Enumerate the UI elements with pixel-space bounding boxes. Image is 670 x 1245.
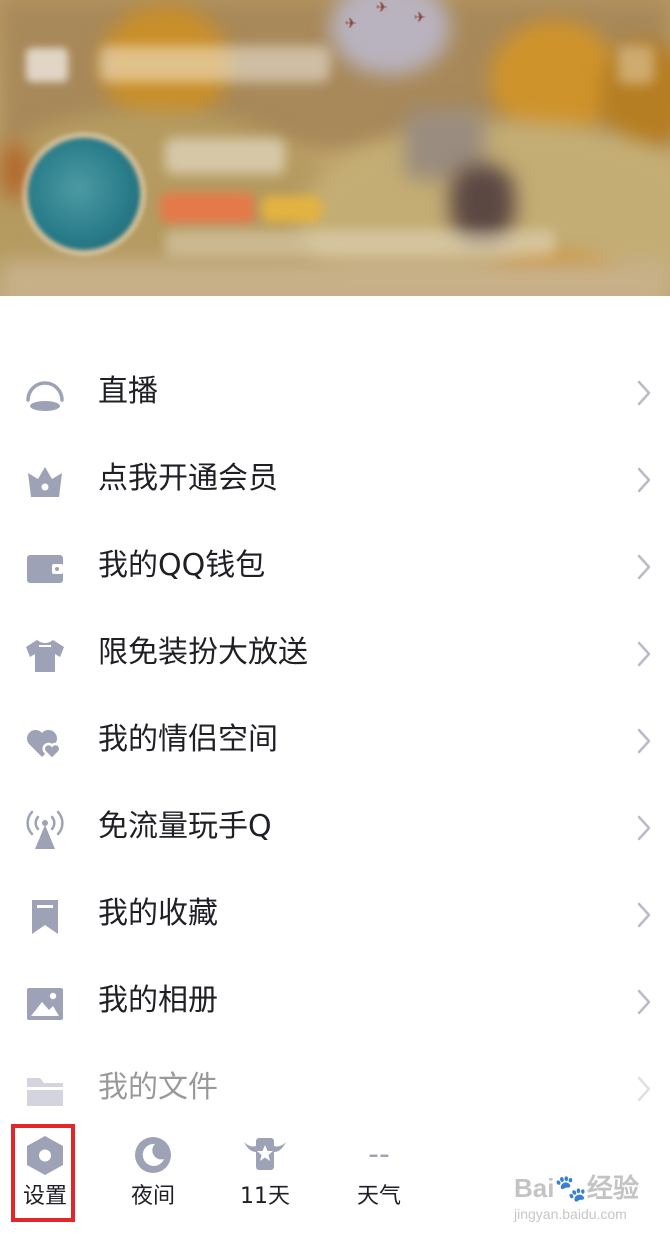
menu-item-label: 我的情侣空间 [98, 722, 278, 757]
weather-button[interactable]: -- 天气 [334, 1118, 424, 1228]
folder-icon [27, 1078, 63, 1106]
chevron-right-icon [637, 467, 651, 493]
menu-item-couple-space[interactable]: 我的情侣空间 [0, 698, 670, 785]
avatar[interactable] [28, 138, 140, 250]
chevron-right-icon [637, 989, 651, 1015]
moon-icon [135, 1137, 171, 1173]
menu-item-label: 我的相册 [98, 983, 218, 1018]
menu-item-label: 点我开通会员 [98, 461, 278, 496]
night-label: 夜间 [130, 1184, 175, 1209]
watermark-text-b: 经验 [586, 1173, 639, 1203]
photo-album-icon [27, 988, 63, 1020]
qr-code-button[interactable] [26, 48, 68, 82]
blurred-signature[interactable] [165, 230, 555, 256]
menu-item-label: 我的文件 [98, 1070, 218, 1105]
header-decoration [0, 260, 670, 296]
signal-tower-icon [26, 810, 64, 849]
menu-item-album[interactable]: 我的相册 [0, 959, 670, 1046]
chevron-right-icon [637, 728, 651, 754]
tshirt-icon [26, 640, 64, 672]
chevron-right-icon [637, 380, 651, 406]
wallet-icon [27, 555, 63, 583]
menu-item-label: 限免装扮大放送 [98, 635, 308, 670]
header-decoration [450, 165, 515, 240]
weather-label: 天气 [356, 1184, 401, 1209]
bird-decoration: ✈ [376, 0, 388, 16]
night-mode-button[interactable]: 夜间 [108, 1118, 198, 1228]
live-icon [26, 381, 64, 411]
level-badge[interactable] [262, 196, 322, 222]
profile-header[interactable]: ✈ ✈ ✈ [0, 0, 670, 296]
watermark-url: jingyan.baidu.com [514, 1206, 627, 1222]
watermark-text-a: Bai [514, 1173, 555, 1203]
baidu-watermark: Bai🐾经验 jingyan.baidu.com [514, 1168, 664, 1232]
chevron-right-icon [637, 902, 651, 928]
days-streak-button[interactable]: 11天 [220, 1118, 310, 1228]
vip-badge[interactable] [160, 193, 255, 223]
menu-item-dressup[interactable]: 限免装扮大放送 [0, 611, 670, 698]
chevron-right-icon [637, 641, 651, 667]
settings-highlight-box [11, 1124, 75, 1222]
more-button[interactable] [618, 46, 654, 84]
header-decoration [0, 140, 30, 200]
menu-item-vip[interactable]: 点我开通会员 [0, 437, 670, 524]
menu-item-favorites[interactable]: 我的收藏 [0, 872, 670, 959]
watermark-logo: Bai🐾经验 [514, 1168, 639, 1205]
menu-item-free-data[interactable]: 免流量玩手Q [0, 785, 670, 872]
menu-item-label: 免流量玩手Q [98, 809, 272, 844]
menu-item-label: 我的收藏 [98, 896, 218, 931]
chevron-right-icon [637, 815, 651, 841]
blurred-title [100, 46, 330, 82]
menu-item-label: 直播 [98, 374, 158, 409]
couple-hearts-icon [26, 729, 62, 761]
menu-item-live[interactable]: 直播 [0, 350, 670, 437]
bird-decoration: ✈ [345, 16, 357, 32]
crown-icon [28, 467, 62, 497]
blurred-nickname[interactable] [165, 138, 285, 174]
bookmark-icon [32, 900, 58, 934]
chevron-right-icon [637, 1076, 651, 1102]
weather-value: -- [368, 1137, 390, 1172]
winged-badge-icon [244, 1138, 286, 1170]
menu-item-wallet[interactable]: 我的QQ钱包 [0, 524, 670, 611]
paw-icon: 🐾 [554, 1173, 587, 1203]
days-label: 11天 [240, 1184, 290, 1209]
menu-item-label: 我的QQ钱包 [98, 548, 266, 583]
chevron-right-icon [637, 554, 651, 580]
bird-decoration: ✈ [414, 10, 426, 26]
